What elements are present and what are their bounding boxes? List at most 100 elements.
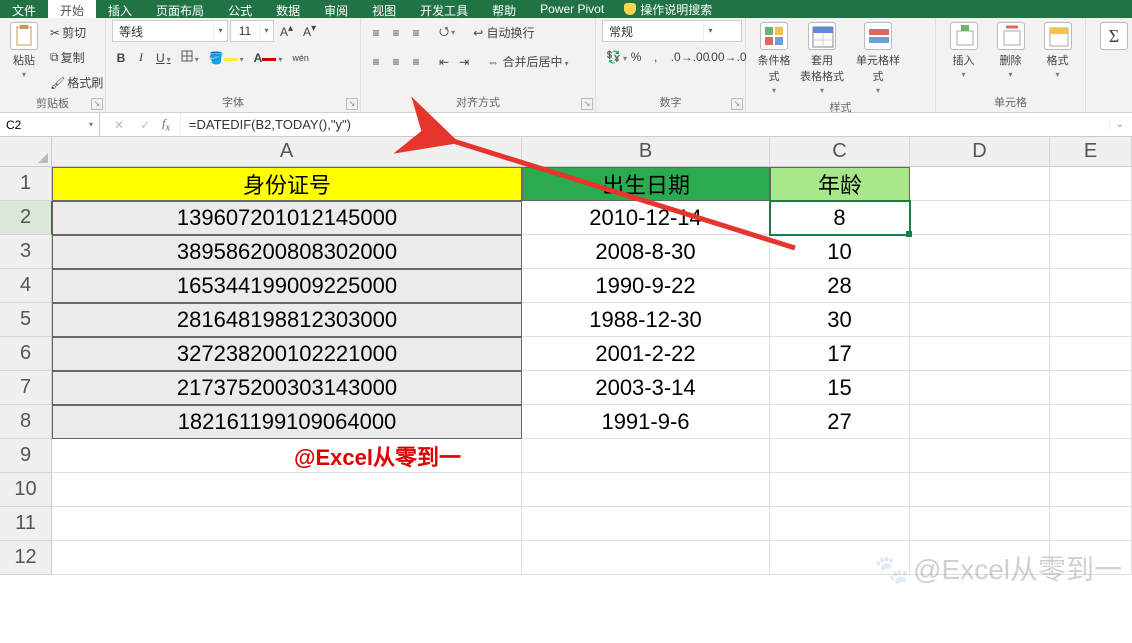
- orientation-button[interactable]: ⭯: [435, 20, 459, 45]
- accept-formula-button[interactable]: ✓: [136, 116, 154, 134]
- empty-cell[interactable]: [522, 507, 770, 541]
- empty-cell[interactable]: [1050, 473, 1132, 507]
- font-size-select[interactable]: 11▾: [230, 20, 274, 42]
- data-cell[interactable]: 1988-12-30: [522, 303, 770, 337]
- row-header[interactable]: 3: [0, 235, 52, 269]
- empty-cell[interactable]: [770, 439, 910, 473]
- shrink-font-button[interactable]: A▾: [299, 21, 320, 41]
- select-all-corner[interactable]: [0, 137, 52, 167]
- empty-cell[interactable]: [910, 439, 1050, 473]
- insert-cells-button[interactable]: 插入▾: [942, 20, 985, 81]
- empty-cell[interactable]: [910, 235, 1050, 269]
- empty-cell[interactable]: [1050, 337, 1132, 371]
- data-cell[interactable]: 1990-9-22: [522, 269, 770, 303]
- borders-button[interactable]: [177, 48, 203, 67]
- tab-formulas[interactable]: 公式: [216, 0, 264, 18]
- empty-cell[interactable]: [1050, 371, 1132, 405]
- increase-indent-button[interactable]: ⇥: [455, 53, 473, 71]
- align-middle-button[interactable]: ≡: [387, 24, 405, 42]
- empty-cell[interactable]: [1050, 235, 1132, 269]
- row-header[interactable]: 9: [0, 439, 52, 473]
- format-painter-button[interactable]: 🖌格式刷: [46, 72, 107, 93]
- empty-cell[interactable]: [770, 541, 910, 575]
- data-cell[interactable]: 389586200808302000: [52, 235, 522, 269]
- empty-cell[interactable]: [1050, 303, 1132, 337]
- wrap-text-button[interactable]: ↩ 自动换行: [469, 22, 538, 43]
- empty-cell[interactable]: [1050, 269, 1132, 303]
- decrease-decimal-button[interactable]: .00→.0: [704, 48, 739, 66]
- tab-review[interactable]: 审阅: [312, 0, 360, 18]
- grow-font-button[interactable]: A▴: [276, 21, 297, 41]
- tab-page-layout[interactable]: 页面布局: [144, 0, 216, 18]
- row-header[interactable]: 4: [0, 269, 52, 303]
- expand-formula-bar-button[interactable]: ⌄: [1109, 119, 1124, 130]
- header-cell-id[interactable]: 身份证号: [52, 167, 522, 201]
- empty-cell[interactable]: [910, 473, 1050, 507]
- tell-me-search[interactable]: 操作说明搜索: [616, 0, 720, 18]
- tab-insert[interactable]: 插入: [96, 0, 144, 18]
- comma-format-button[interactable]: ,: [647, 48, 665, 66]
- fx-icon[interactable]: fx: [162, 116, 170, 133]
- align-bottom-button[interactable]: ≡: [407, 24, 425, 42]
- empty-cell[interactable]: [1050, 201, 1132, 235]
- format-cells-button[interactable]: 格式▾: [1036, 20, 1079, 81]
- spreadsheet-grid[interactable]: ABCDE1身份证号出生日期年龄21396072010121450002010-…: [0, 137, 1132, 575]
- delete-cells-button[interactable]: 删除▾: [989, 20, 1032, 81]
- italic-button[interactable]: I: [132, 48, 150, 67]
- phonetic-guide-button[interactable]: wén: [288, 51, 313, 65]
- paste-button[interactable]: 粘贴 ▾: [6, 20, 42, 81]
- cell-styles-button[interactable]: 单元格样式▾: [848, 20, 908, 97]
- data-cell[interactable]: 2003-3-14: [522, 371, 770, 405]
- increase-decimal-button[interactable]: .0→.00: [667, 48, 702, 66]
- bold-button[interactable]: B: [112, 49, 130, 67]
- empty-cell[interactable]: [910, 405, 1050, 439]
- empty-cell[interactable]: [770, 507, 910, 541]
- empty-cell[interactable]: [1050, 439, 1132, 473]
- merge-center-button[interactable]: ⇔ 合并后居中: [483, 51, 572, 72]
- data-cell[interactable]: 17: [770, 337, 910, 371]
- row-header[interactable]: 7: [0, 371, 52, 405]
- empty-cell[interactable]: [910, 541, 1050, 575]
- decrease-indent-button[interactable]: ⇤: [435, 53, 453, 71]
- data-cell[interactable]: 217375200303143000: [52, 371, 522, 405]
- column-header[interactable]: B: [522, 137, 770, 167]
- font-launcher[interactable]: ↘: [346, 98, 358, 110]
- header-cell-age[interactable]: 年龄: [770, 167, 910, 201]
- row-header[interactable]: 10: [0, 473, 52, 507]
- column-header[interactable]: D: [910, 137, 1050, 167]
- autosum-button[interactable]: Σ: [1092, 20, 1132, 52]
- tab-powerpivot[interactable]: Power Pivot: [528, 0, 616, 18]
- empty-cell[interactable]: [1050, 405, 1132, 439]
- cancel-formula-button[interactable]: ✕: [110, 116, 128, 134]
- data-cell[interactable]: 28: [770, 269, 910, 303]
- empty-cell[interactable]: [1050, 167, 1132, 201]
- empty-cell[interactable]: [52, 473, 522, 507]
- tab-developer[interactable]: 开发工具: [408, 0, 480, 18]
- align-center-button[interactable]: ≡: [387, 53, 405, 71]
- column-header[interactable]: C: [770, 137, 910, 167]
- name-box[interactable]: C2 ▾: [0, 113, 100, 136]
- font-color-button[interactable]: A: [250, 49, 287, 67]
- row-header[interactable]: 12: [0, 541, 52, 575]
- header-cell-birthdate[interactable]: 出生日期: [522, 167, 770, 201]
- data-cell[interactable]: 30: [770, 303, 910, 337]
- empty-cell[interactable]: [52, 541, 522, 575]
- data-cell[interactable]: 1991-9-6: [522, 405, 770, 439]
- row-header[interactable]: 8: [0, 405, 52, 439]
- percent-format-button[interactable]: %: [627, 48, 645, 66]
- data-cell[interactable]: 165344199009225000: [52, 269, 522, 303]
- data-cell[interactable]: 8: [770, 201, 910, 235]
- data-cell[interactable]: 27: [770, 405, 910, 439]
- data-cell[interactable]: 327238200102221000: [52, 337, 522, 371]
- cut-button[interactable]: ✂剪切: [46, 22, 107, 43]
- data-cell[interactable]: 15: [770, 371, 910, 405]
- empty-cell[interactable]: [1050, 541, 1132, 575]
- empty-cell[interactable]: [910, 507, 1050, 541]
- row-header[interactable]: 1: [0, 167, 52, 201]
- font-name-select[interactable]: 等线▾: [112, 20, 228, 42]
- clipboard-launcher[interactable]: ↘: [91, 98, 103, 110]
- row-header[interactable]: 6: [0, 337, 52, 371]
- underline-button[interactable]: U: [152, 49, 175, 67]
- align-right-button[interactable]: ≡: [407, 53, 425, 71]
- row-header[interactable]: 2: [0, 201, 52, 235]
